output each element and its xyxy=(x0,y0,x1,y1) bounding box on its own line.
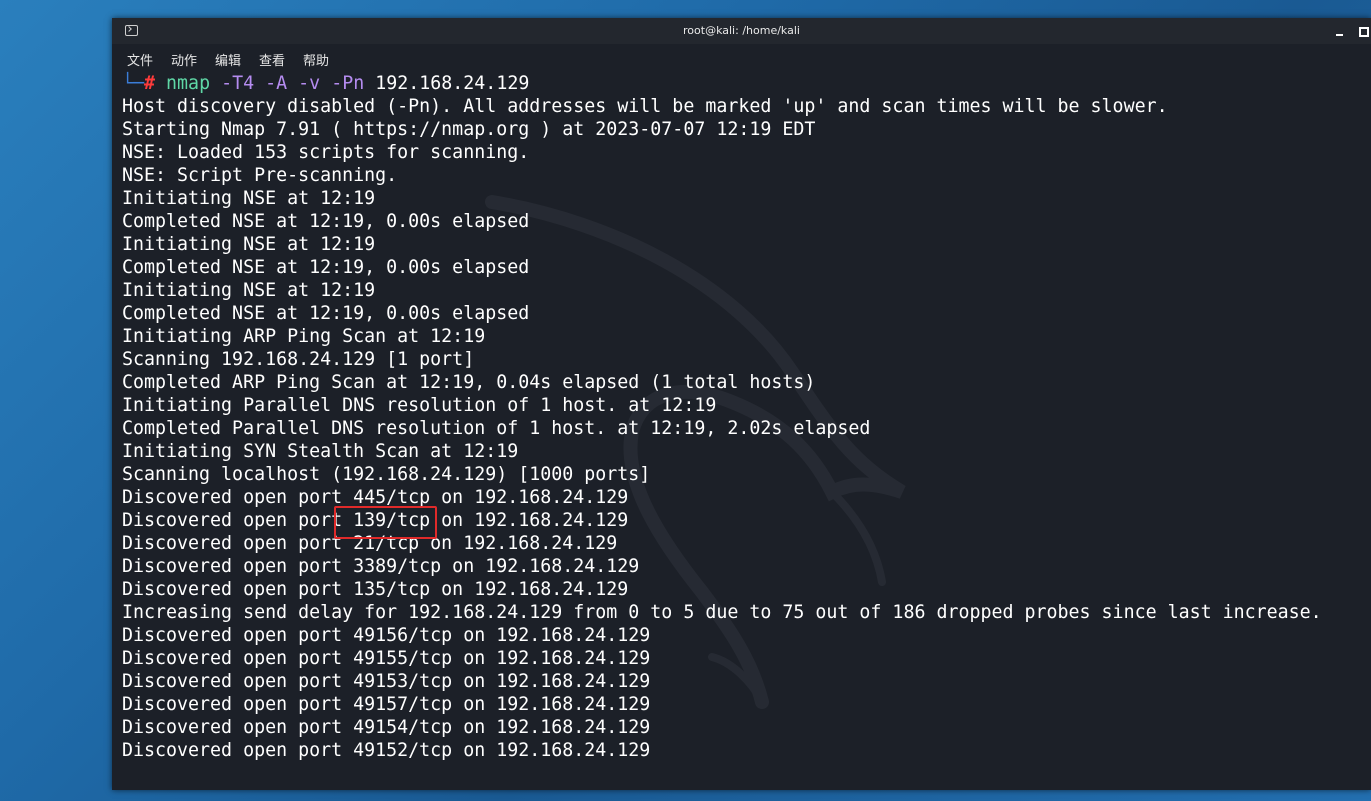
output-line: Scanning 192.168.24.129 [1 port] xyxy=(122,349,475,370)
output-line: Discovered open port 49152/tcp on 192.16… xyxy=(122,740,651,761)
highlight-annotation-box xyxy=(334,506,437,539)
output-line: Increasing send delay for 192.168.24.129… xyxy=(122,602,1322,623)
output-line: NSE: Script Pre-scanning. xyxy=(122,165,398,186)
terminal-area[interactable]: └─# nmap -T4 -A -v -Pn 192.168.24.129 Ho… xyxy=(112,72,1371,790)
menu-bar: 文件 动作 编辑 查看 帮助 xyxy=(112,44,1371,72)
output-line: Discovered open port 49153/tcp on 192.16… xyxy=(122,671,651,692)
title-bar[interactable]: root@kali: /home/kali xyxy=(112,18,1371,44)
output-line: Initiating ARP Ping Scan at 12:19 xyxy=(122,326,486,347)
output-line: Completed Parallel DNS resolution of 1 h… xyxy=(122,418,871,439)
output-line: Discovered open port 49157/tcp on 192.16… xyxy=(122,694,651,715)
command-name: nmap xyxy=(166,73,211,94)
output-line: NSE: Loaded 153 scripts for scanning. xyxy=(122,142,530,163)
command-flag: -Pn xyxy=(331,73,365,94)
menu-view[interactable]: 查看 xyxy=(259,50,285,69)
output-line: Initiating NSE at 12:19 xyxy=(122,280,376,301)
output-line: Initiating SYN Stealth Scan at 12:19 xyxy=(122,441,519,462)
output-line: Discovered open port 3389/tcp on 192.168… xyxy=(122,556,640,577)
output-line: Discovered open port 49155/tcp on 192.16… xyxy=(122,648,651,669)
prompt-corner: └─ xyxy=(122,73,145,94)
minimize-icon[interactable] xyxy=(1332,24,1346,38)
menu-file[interactable]: 文件 xyxy=(127,50,153,69)
output-line: Discovered open port 49154/tcp on 192.16… xyxy=(122,717,651,738)
command-target: 192.168.24.129 xyxy=(375,73,530,94)
prompt-hash: # xyxy=(144,73,156,94)
output-line: Starting Nmap 7.91 ( https://nmap.org ) … xyxy=(122,119,816,140)
window-title: root@kali: /home/kali xyxy=(683,24,800,37)
output-line: Completed NSE at 12:19, 0.00s elapsed xyxy=(122,303,530,324)
prompt-line: └─# nmap -T4 -A -v -Pn 192.168.24.129 xyxy=(122,72,529,95)
menu-help[interactable]: 帮助 xyxy=(303,50,329,69)
output-line: Discovered open port 135/tcp on 192.168.… xyxy=(122,579,629,600)
output-line: Completed NSE at 12:19, 0.00s elapsed xyxy=(122,211,530,232)
output-line: Initiating Parallel DNS resolution of 1 … xyxy=(122,395,717,416)
output-line: Scanning localhost (192.168.24.129) [100… xyxy=(122,464,651,485)
output-line: Host discovery disabled (-Pn). All addre… xyxy=(122,96,1168,117)
output-line: Completed ARP Ping Scan at 12:19, 0.04s … xyxy=(122,372,816,393)
terminal-window[interactable]: root@kali: /home/kali 文件 动作 编辑 查看 帮助 └─#… xyxy=(112,18,1371,790)
output-line: Initiating NSE at 12:19 xyxy=(122,234,376,255)
command-flag: -v xyxy=(298,73,321,94)
desktop-background xyxy=(0,0,112,801)
output-line: Initiating NSE at 12:19 xyxy=(122,188,376,209)
maximize-icon[interactable] xyxy=(1357,24,1371,38)
output-line: Completed NSE at 12:19, 0.00s elapsed xyxy=(122,257,530,278)
menu-actions[interactable]: 动作 xyxy=(171,50,197,69)
menu-edit[interactable]: 编辑 xyxy=(215,50,241,69)
output-line: Discovered open port 49156/tcp on 192.16… xyxy=(122,625,651,646)
command-flag: -T4 xyxy=(221,73,255,94)
command-flag: -A xyxy=(265,73,288,94)
